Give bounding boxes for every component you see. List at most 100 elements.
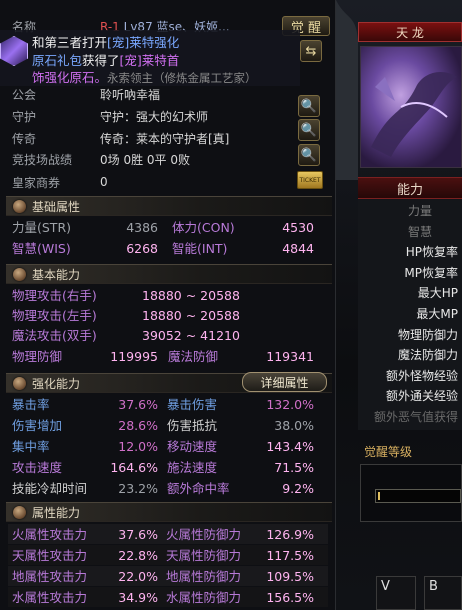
tooltip-line2-prefix: 原石礼包 bbox=[32, 53, 83, 68]
tooltip-line3: 饰强化原石。 bbox=[32, 70, 108, 85]
element-def-label: 地属性防御力 bbox=[166, 569, 242, 584]
enhance-title: 强化能力 bbox=[32, 376, 81, 391]
tooltip-line2-suffix: 莱特首 bbox=[141, 53, 180, 68]
phys-atk-left-label: 物理攻击(左手) bbox=[12, 308, 97, 323]
awaken-progress-box bbox=[360, 464, 462, 522]
int-label: 智能(INT) bbox=[172, 241, 228, 256]
dragon-ability-item: MP恢复率 bbox=[404, 265, 458, 280]
enhance-value-left: 28.6% bbox=[118, 418, 158, 433]
enhance-value-right: 9.2% bbox=[282, 481, 314, 496]
basic-ability-title: 基本能力 bbox=[32, 267, 81, 282]
con-value: 4530 bbox=[282, 220, 314, 235]
guild-value: 聆听吶幸福 bbox=[100, 87, 161, 102]
phys-def-value: 119995 bbox=[110, 349, 158, 364]
enhance-value-right: 71.5% bbox=[274, 460, 314, 475]
guild-row: 公会 聆听吶幸福 bbox=[0, 84, 336, 104]
element-def-value: 156.5% bbox=[266, 590, 314, 605]
enhance-label-left: 伤害增加 bbox=[12, 418, 63, 433]
slot-v[interactable]: V bbox=[376, 576, 416, 610]
section-bullet-icon bbox=[13, 506, 26, 519]
enhance-value-left: 12.0% bbox=[118, 439, 158, 454]
awaken-progress-bar bbox=[375, 489, 461, 503]
dragon-ability-item: 额外恶气值获得 bbox=[373, 410, 458, 424]
ability-header: 能力 bbox=[358, 177, 462, 199]
tooltip-line-1: 和第三者打开[宠]莱特强化 bbox=[32, 32, 179, 51]
section-bullet-icon bbox=[13, 268, 26, 281]
dragon-ability-item: 最大HP bbox=[417, 286, 458, 301]
con-label: 体力(CON) bbox=[172, 220, 235, 235]
dragon-ability-item: HP恢复率 bbox=[405, 245, 458, 260]
tooltip-line3-tail: 永索领主（修炼金属工艺家） bbox=[107, 71, 257, 85]
element-title: 属性能力 bbox=[32, 505, 81, 520]
enhance-label-right: 额外命中率 bbox=[167, 481, 230, 496]
enhance-label-left: 集中率 bbox=[12, 439, 50, 454]
phys-def-label: 物理防御 bbox=[12, 349, 63, 364]
arena-value: 0场 0胜 0平 0败 bbox=[100, 152, 190, 167]
character-info-panel: 名称 R-1 Lv87 蓝se、妖姬... 觉 醒 ⇆ 公会 聆听吶幸福 🔍 守… bbox=[0, 0, 336, 610]
legend-row: 传奇 传奇：莱本的守护者[真] bbox=[0, 128, 336, 148]
dragon-ability-list: 力量 智慧 HP恢复率 MP恢复率 最大HP 最大MP 物理防御力 魔法防御力 额外怪物经验 额外… bbox=[358, 200, 462, 430]
detail-attr-button[interactable]: 详细属性 bbox=[242, 372, 327, 392]
tooltip-line1-suffix: 莱特强化 bbox=[129, 35, 180, 50]
int-value: 4844 bbox=[282, 241, 314, 256]
tooltip-line2-tag: [宠] bbox=[119, 53, 142, 68]
section-bullet-icon bbox=[13, 377, 26, 390]
phys-atk-right-label: 物理攻击(右手) bbox=[12, 288, 97, 303]
swap-arrows-icon[interactable]: ⇆ bbox=[300, 40, 322, 62]
pet-notification-tooltip: 和第三者打开[宠]莱特强化 原石礼包获得了[宠]莱特首 饰强化原石。永索领主（修… bbox=[0, 30, 300, 86]
legend-value: 传奇：莱本的守护者[真] bbox=[100, 131, 230, 146]
basic-attr-title: 基础属性 bbox=[32, 199, 81, 214]
enhance-label-left: 技能冷却时间 bbox=[12, 481, 88, 496]
element-def-value: 117.5% bbox=[266, 548, 314, 563]
basic-ability-header: 基本能力 bbox=[6, 264, 332, 284]
guild-label: 公会 bbox=[12, 87, 37, 102]
tooltip-line-3: 饰强化原石。永索领主（修炼金属工艺家） bbox=[32, 67, 257, 86]
enhance-label-left: 暴击率 bbox=[12, 397, 50, 412]
enhance-value-left: 23.2% bbox=[118, 481, 158, 496]
tooltip-line1-tag: [宠] bbox=[107, 35, 130, 50]
enhance-value-left: 164.6% bbox=[110, 460, 158, 475]
element-atk-value: 34.9% bbox=[118, 590, 158, 605]
element-atk-label: 天属性攻击力 bbox=[12, 548, 88, 563]
phys-atk-right-value: 18880 ~ 20588 bbox=[142, 288, 240, 303]
tooltip-line1-prefix: 和第三者打开 bbox=[32, 35, 108, 50]
magic-def-value: 119341 bbox=[266, 349, 314, 364]
element-atk-value: 22.8% bbox=[118, 548, 158, 563]
element-atk-label: 火属性攻击力 bbox=[12, 527, 88, 542]
element-header: 属性能力 bbox=[6, 502, 332, 522]
tooltip-line2-mid: 获得了 bbox=[82, 53, 120, 68]
basic-attr-header: 基础属性 bbox=[6, 196, 332, 216]
enhance-label-right: 暴击伤害 bbox=[167, 397, 218, 412]
element-def-value: 109.5% bbox=[266, 569, 314, 584]
element-atk-label: 地属性攻击力 bbox=[12, 569, 88, 584]
element-def-value: 126.9% bbox=[266, 527, 314, 542]
element-def-label: 水属性防御力 bbox=[166, 590, 242, 605]
str-label: 力量(STR) bbox=[12, 220, 72, 235]
guard-row: 守护 守护：强大的幻术师 bbox=[0, 106, 336, 126]
dragon-ability-item: 额外怪物经验 bbox=[385, 368, 458, 383]
enhance-value-right: 38.0% bbox=[274, 418, 314, 433]
magic-def-label: 魔法防御 bbox=[168, 349, 219, 364]
slot-b[interactable]: B bbox=[424, 576, 462, 610]
awaken-level-label: 觉醒等级 bbox=[364, 445, 413, 459]
crystal-icon bbox=[0, 36, 28, 66]
arena-search-icon[interactable]: 🔍 bbox=[298, 144, 320, 166]
coupon-value: 0 bbox=[100, 175, 108, 189]
dragon-tab[interactable]: 天 龙 bbox=[358, 22, 462, 42]
section-bullet-icon bbox=[13, 200, 26, 213]
enhance-value-right: 132.0% bbox=[266, 397, 314, 412]
str-value: 4386 bbox=[126, 220, 158, 235]
dragon-ability-item: 物理防御力 bbox=[397, 327, 458, 342]
dragon-ability-item: 额外通关经验 bbox=[385, 389, 458, 404]
magic-atk-label: 魔法攻击(双手) bbox=[12, 328, 97, 343]
enhance-value-left: 37.6% bbox=[118, 397, 158, 412]
dragon-ability-item: 最大MP bbox=[416, 307, 458, 321]
dragon-portrait-image bbox=[360, 46, 462, 168]
element-atk-value: 37.6% bbox=[118, 527, 158, 542]
wis-value: 6268 bbox=[126, 241, 158, 256]
ticket-icon[interactable]: TICKET bbox=[297, 171, 323, 189]
legend-search-icon[interactable]: 🔍 bbox=[298, 119, 320, 141]
element-atk-label: 水属性攻击力 bbox=[12, 590, 88, 605]
legend-label: 传奇 bbox=[12, 131, 37, 146]
enhance-value-right: 143.4% bbox=[266, 439, 314, 454]
